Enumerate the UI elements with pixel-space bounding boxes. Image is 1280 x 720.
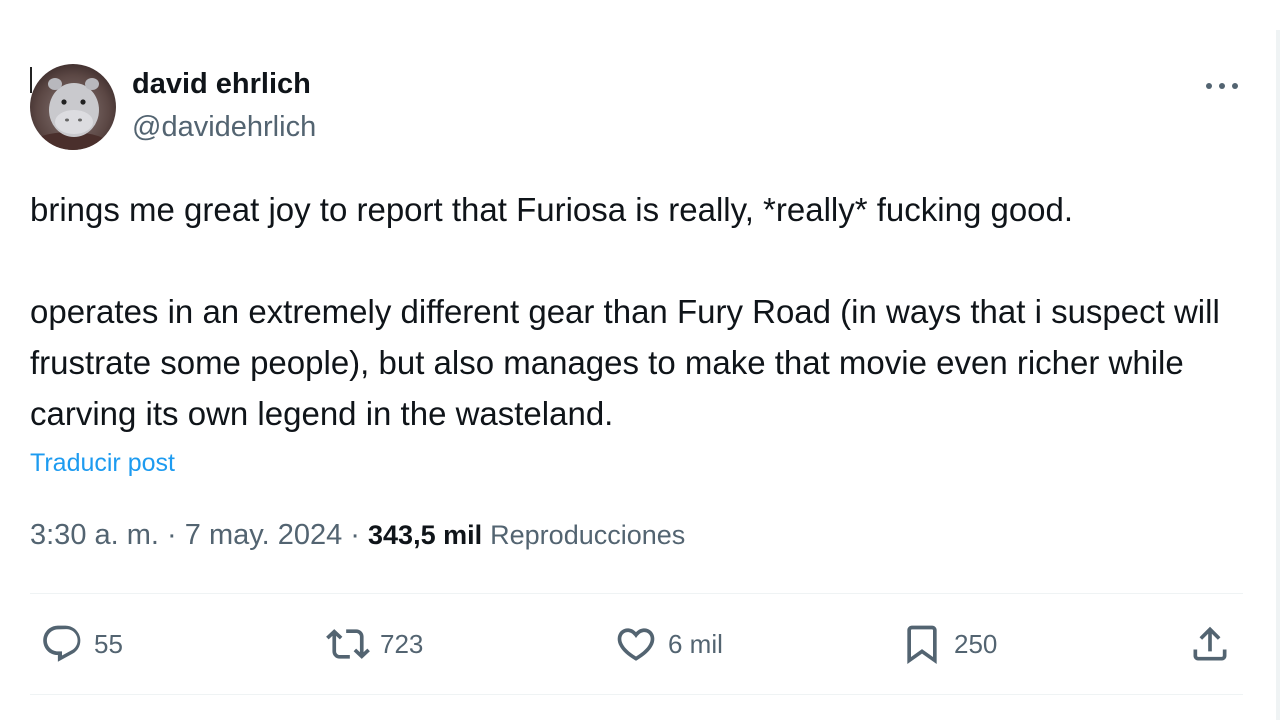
reply-button[interactable]: 55 [40, 620, 123, 668]
post-meta: 3:30 a. m. · 7 may. 2024 · 343,5 mil Rep… [30, 519, 685, 552]
avatar[interactable] [30, 64, 116, 150]
translate-post-link[interactable]: Traducir post [30, 449, 175, 478]
heart-icon [617, 628, 655, 661]
reply-count: 55 [94, 628, 123, 659]
author-name[interactable]: david ehrlich [132, 68, 311, 101]
post-time[interactable]: 3:30 a. m. [30, 519, 159, 551]
divider-top [30, 593, 1243, 594]
repost-button[interactable]: 723 [326, 620, 423, 668]
post-date[interactable]: 7 may. 2024 [185, 519, 342, 551]
scroll-edge [1276, 30, 1280, 720]
more-horizontal-icon [1206, 83, 1238, 89]
avatar-image [30, 64, 116, 150]
like-count: 6 mil [668, 628, 723, 659]
more-options-button[interactable] [1198, 70, 1246, 102]
share-icon [1193, 626, 1227, 661]
views-label: Reproducciones [490, 520, 686, 550]
meta-separator: · [167, 519, 177, 551]
tweet: david ehrlich @davidehrlich brings me gr… [0, 0, 1280, 720]
author-handle[interactable]: @davidehrlich [132, 111, 316, 144]
views-count: 343,5 mil [368, 520, 483, 550]
post-paragraph: operates in an extremely different gear … [30, 293, 1220, 432]
like-button[interactable]: 6 mil [614, 620, 723, 668]
post-text: brings me great joy to report that Furio… [30, 184, 1240, 439]
avatar-edge-mark [30, 67, 32, 93]
bookmark-icon [907, 625, 937, 665]
reply-icon [43, 625, 81, 662]
meta-separator: · [350, 519, 360, 551]
bookmark-button[interactable]: 250 [900, 620, 997, 668]
repost-count: 723 [380, 628, 424, 659]
share-button[interactable] [1188, 620, 1232, 668]
post-paragraph: brings me great joy to report that Furio… [30, 191, 1074, 228]
bookmark-count: 250 [954, 628, 998, 659]
divider-bottom [30, 694, 1243, 695]
repost-icon [326, 629, 370, 659]
